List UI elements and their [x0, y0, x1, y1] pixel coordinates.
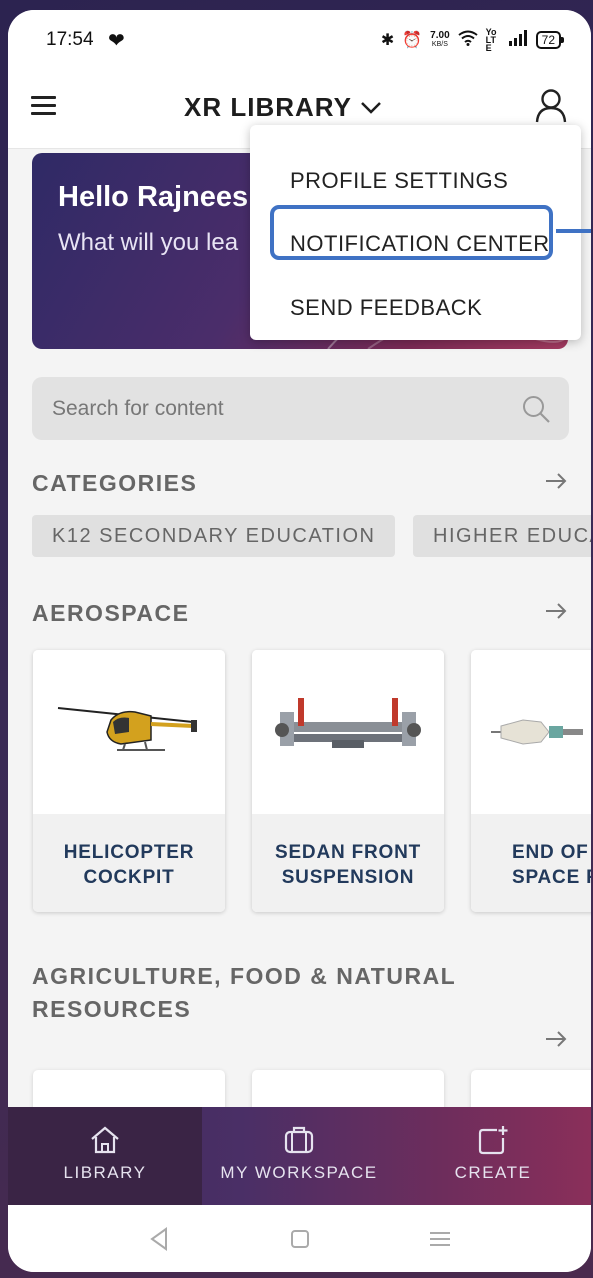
status-time: 17:54 — [46, 29, 94, 50]
bottom-nav: LIBRARY MY WORKSPACE CREATE — [8, 1107, 591, 1205]
create-icon — [478, 1126, 508, 1155]
back-icon[interactable] — [146, 1225, 174, 1253]
nav-my-workspace[interactable]: MY WORKSPACE — [202, 1107, 396, 1205]
chevron-down-icon — [361, 101, 381, 114]
aerospace-arrow-icon[interactable] — [545, 602, 567, 620]
menu-icon[interactable] — [31, 96, 56, 116]
card-image — [252, 650, 444, 814]
spacecraft-image — [491, 719, 583, 745]
nav-create[interactable]: CREATE — [396, 1107, 590, 1205]
card-title: END OF T SPACE RA — [512, 842, 591, 888]
status-bar: 17:54 ❤ ✱ ⏰ 7.00 KB/S Yo LTE 72 — [8, 10, 591, 68]
user-icon[interactable] — [534, 88, 568, 124]
battery-indicator: 72 — [535, 31, 565, 49]
categories-arrow-icon[interactable] — [545, 472, 567, 490]
content-card-helicopter[interactable]: HELICOPTER COCKPIT — [33, 650, 225, 912]
nav-label: MY WORKSPACE — [220, 1163, 378, 1182]
search-bar[interactable]: Search for content — [32, 377, 569, 440]
nav-label: LIBRARY — [63, 1163, 147, 1182]
profile-dropdown-menu: PROFILE SETTINGS NOTIFICATION CENTER SEN… — [250, 125, 581, 340]
menu-item-notification-center[interactable]: NOTIFICATION CENTER — [290, 231, 550, 257]
menu-item-profile-settings[interactable]: PROFILE SETTINGS — [290, 168, 508, 194]
system-nav-bar — [8, 1205, 591, 1272]
category-chip-k12[interactable]: K12 SECONDARY EDUCATION — [32, 515, 396, 557]
home-icon — [91, 1126, 119, 1154]
content-card-space[interactable]: END OF T SPACE RA — [471, 650, 591, 912]
heart-icon: ❤ — [108, 30, 125, 52]
agriculture-title: AGRICULTURE, FOOD & NATURAL RESOURCES — [32, 963, 456, 1022]
recents-icon[interactable] — [426, 1225, 454, 1253]
card-title: SEDAN FRONT SUSPENSION — [274, 842, 422, 888]
network-speed: 7.00 KB/S — [430, 30, 450, 49]
home-button-icon[interactable] — [286, 1225, 314, 1253]
card-image — [33, 650, 225, 814]
card-title: HELICOPTER COCKPIT — [63, 842, 195, 888]
greeting-subtitle: What will you lea — [58, 229, 239, 256]
library-selector[interactable]: XR LIBRARY — [184, 92, 382, 123]
menu-item-send-feedback[interactable]: SEND FEEDBACK — [290, 295, 482, 321]
agriculture-arrow-icon[interactable] — [545, 1030, 567, 1048]
aerospace-title: AEROSPACE — [32, 600, 190, 626]
page-title: XR LIBRARY — [184, 92, 352, 122]
helicopter-image — [57, 707, 197, 751]
status-icons: ✱ ⏰ 7.00 KB/S Yo LTE 72 — [380, 27, 565, 53]
nav-label: CREATE — [454, 1163, 532, 1182]
briefcase-icon — [284, 1126, 314, 1154]
alarm-icon: ⏰ — [402, 32, 423, 49]
card-image — [471, 650, 591, 814]
signal-icon — [508, 29, 528, 51]
network-type: Yo LTE — [485, 27, 497, 53]
content-card-sedan[interactable]: SEDAN FRONT SUSPENSION — [252, 650, 444, 912]
categories-title: CATEGORIES — [32, 470, 198, 496]
search-icon[interactable] — [521, 394, 551, 424]
highlight-connector — [556, 229, 591, 233]
bluetooth-icon: ✱ — [380, 32, 395, 49]
category-chip-higher-ed[interactable]: HIGHER EDUCA — [413, 515, 591, 557]
wifi-icon — [458, 30, 478, 51]
suspension-image — [275, 698, 421, 748]
greeting-text: Hello Rajnees — [58, 181, 249, 213]
nav-library[interactable]: LIBRARY — [8, 1107, 202, 1205]
phone-screen: 17:54 ❤ ✱ ⏰ 7.00 KB/S Yo LTE 72 XR LIBRA… — [8, 10, 591, 1272]
search-input[interactable]: Search for content — [52, 397, 224, 421]
